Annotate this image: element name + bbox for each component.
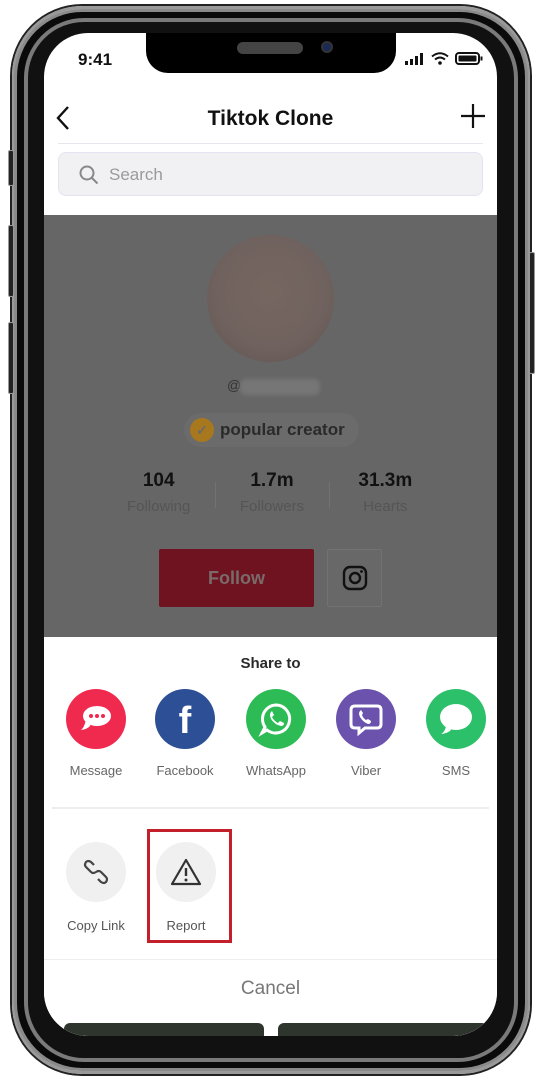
stat-value: 1.7m: [250, 470, 294, 491]
battery-icon: [455, 52, 483, 65]
stat-label: Hearts: [363, 498, 408, 515]
search-input[interactable]: [107, 153, 451, 197]
profile-stats: 104 Following 1.7m Followers 31.3m Heart…: [102, 470, 442, 515]
share-label: Viber: [350, 763, 382, 778]
message-icon: [66, 689, 126, 749]
share-label: SMS: [441, 763, 471, 778]
sheet-divider: [52, 807, 489, 809]
cancel-button[interactable]: Cancel: [44, 977, 497, 1001]
share-whatsapp[interactable]: WhatsApp: [231, 689, 321, 778]
badge-label: popular creator: [220, 420, 345, 439]
volume-up-button: [8, 225, 14, 297]
instagram-button[interactable]: [327, 549, 382, 607]
plus-icon: [461, 104, 485, 128]
stat-label: Following: [126, 498, 191, 515]
share-sheet: Share to Message f Facebook WhatsApp Vib…: [44, 637, 497, 1036]
signal-icon: [405, 52, 423, 65]
video-thumbnails: [44, 1023, 497, 1036]
creator-badge: ✓ popular creator: [184, 413, 359, 447]
sms-icon: [426, 689, 486, 749]
stat-divider: [215, 482, 216, 508]
share-facebook[interactable]: f Facebook: [140, 689, 230, 778]
share-label: Facebook: [156, 763, 214, 778]
share-sheet-title: Share to: [240, 655, 301, 672]
nav-divider: [58, 143, 483, 144]
instagram-icon: [342, 565, 367, 591]
share-viber[interactable]: Viber: [321, 689, 411, 778]
facebook-icon: f: [155, 689, 215, 749]
add-button[interactable]: [459, 99, 487, 136]
stat-label: Followers: [239, 498, 305, 515]
share-label: Message: [69, 763, 123, 778]
speaker: [237, 42, 303, 54]
check-icon: ✓: [190, 418, 214, 442]
viber-icon: [336, 689, 396, 749]
username-redacted: [240, 379, 320, 395]
status-time: 9:41: [78, 50, 113, 69]
stat-hearts: 31.3m Hearts: [329, 470, 442, 515]
search-icon: [79, 165, 99, 185]
stat-value: 31.3m: [358, 470, 413, 491]
video-thumbnail: [64, 1023, 264, 1036]
front-camera: [321, 41, 333, 53]
share-message[interactable]: Message: [51, 689, 141, 778]
stat-value: 104: [142, 470, 175, 491]
page-title: Tiktok Clone: [207, 107, 334, 130]
screen: 9:41 Tiktok Clone @ ✓ popular creator 10…: [44, 33, 497, 1036]
volume-down-button: [8, 322, 14, 394]
nav-bar: Tiktok Clone: [44, 99, 497, 143]
link-icon: [66, 842, 126, 902]
follow-button[interactable]: Follow: [159, 549, 314, 607]
stat-following: 104 Following: [102, 470, 215, 515]
profile-overlay[interactable]: @ ✓ popular creator 104 Following 1.7m F…: [44, 215, 497, 637]
stat-followers: 1.7m Followers: [215, 470, 328, 515]
search-bar[interactable]: [58, 152, 483, 197]
mute-switch: [8, 150, 14, 186]
power-button: [529, 252, 535, 374]
report-highlight-box: [147, 829, 232, 943]
share-targets: Message f Facebook WhatsApp Viber SMS: [44, 689, 497, 789]
wifi-icon: [431, 52, 449, 65]
stat-divider: [329, 482, 330, 508]
avatar: [207, 235, 334, 362]
share-sms[interactable]: SMS: [411, 689, 497, 778]
share-label: WhatsApp: [246, 763, 306, 778]
status-icons: [405, 52, 483, 65]
cancel-divider: [44, 959, 497, 960]
whatsapp-icon: [246, 689, 306, 749]
video-thumbnail: [278, 1023, 488, 1036]
copy-link-button[interactable]: Copy Link: [56, 842, 136, 933]
action-label: Copy Link: [67, 918, 125, 933]
